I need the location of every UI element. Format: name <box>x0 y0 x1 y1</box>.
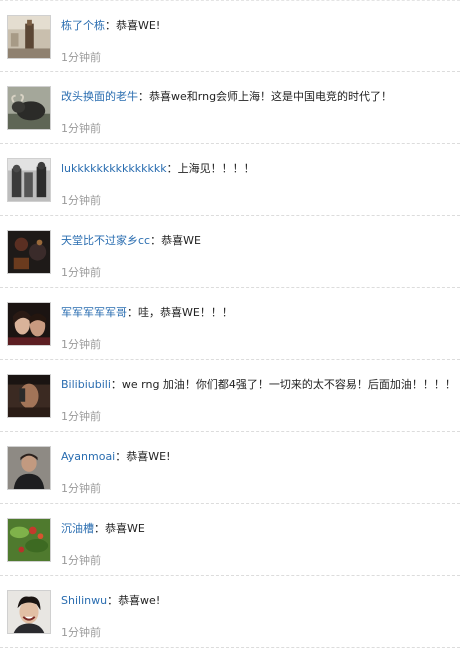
comment-item: Ayanmoai：恭喜WE! 1分钟前 <box>0 432 460 504</box>
comment-text: 恭喜we和rng会师上海！这是中国电竞的时代了！ <box>149 90 393 103</box>
comment-timestamp: 1分钟前 <box>61 122 101 135</box>
comment-username[interactable]: 天堂比不过家乡cc <box>61 234 150 247</box>
comment-separator: ： <box>105 19 116 32</box>
avatar[interactable] <box>7 230 51 274</box>
comment-text: 恭喜WE! <box>126 450 171 463</box>
comment-separator: ： <box>94 522 105 535</box>
comment-item: 栋了个栋：恭喜WE! 1分钟前 <box>0 0 460 72</box>
comment-text: 恭喜WE! <box>116 19 161 32</box>
comment-username[interactable]: Shilinwu <box>61 594 107 607</box>
comment-timestamp: 1分钟前 <box>61 626 101 639</box>
comment-text: 恭喜WE <box>105 522 145 535</box>
comment-timestamp: 1分钟前 <box>61 338 101 351</box>
smile-photo-avatar-image <box>8 591 50 633</box>
comment-line: 军军军军军哥：哇，恭喜WE！！！ <box>61 306 456 320</box>
comment-timestamp: 1分钟前 <box>61 410 101 423</box>
comment-text: 恭喜we! <box>118 594 161 607</box>
comment-line: 栋了个栋：恭喜WE! <box>61 19 456 33</box>
avatar[interactable] <box>7 590 51 634</box>
man-photo-avatar-image <box>8 447 50 489</box>
comment-separator: ： <box>115 450 127 463</box>
comment-timestamp: 1分钟前 <box>61 51 101 64</box>
comment-text: we rng 加油！你们都4强了！一切来的太不容易！后面加油！！！！ <box>121 378 456 391</box>
comment-separator: ： <box>127 306 138 319</box>
avatar[interactable] <box>7 302 51 346</box>
comment-text: 上海见！！！！ <box>177 162 255 175</box>
comment-line: lukkkkkkkkkkkkkkk：上海见！！！！ <box>61 162 456 176</box>
comment-text: 哇，恭喜WE！！！ <box>138 306 233 319</box>
comment-line: 改头换面的老牛：恭喜we和rng会师上海！这是中国电竞的时代了！ <box>61 90 456 104</box>
comment-text: 恭喜WE <box>161 234 201 247</box>
comment-username[interactable]: 沉油槽 <box>61 522 94 535</box>
street-photo-avatar-image <box>8 16 50 58</box>
comment-timestamp: 1分钟前 <box>61 482 101 495</box>
comment-line: Bilibiubili：we rng 加油！你们都4强了！一切来的太不容易！后面… <box>61 378 456 392</box>
comment-item: Shilinwu：恭喜we! 1分钟前 <box>0 576 460 648</box>
comment-feed: 栋了个栋：恭喜WE! 1分钟前 改头换面的老牛：恭喜we和rng会师上海！这是中… <box>0 0 460 648</box>
comment-username[interactable]: 军军军军军哥 <box>61 306 127 319</box>
plant-photo-avatar-image <box>8 519 50 561</box>
comment-separator: ： <box>138 90 149 103</box>
comment-item: 改头换面的老牛：恭喜we和rng会师上海！这是中国电竞的时代了！ 1分钟前 <box>0 72 460 144</box>
comment-item: lukkkkkkkkkkkkkkk：上海见！！！！ 1分钟前 <box>0 144 460 216</box>
comment-timestamp: 1分钟前 <box>61 194 101 207</box>
comment-item: 天堂比不过家乡cc：恭喜WE 1分钟前 <box>0 216 460 288</box>
comment-username[interactable]: Bilibiubili <box>61 378 111 391</box>
comment-line: 沉油槽：恭喜WE <box>61 522 456 536</box>
comment-line: Shilinwu：恭喜we! <box>61 594 456 608</box>
comment-item: 军军军军军哥：哇，恭喜WE！！！ 1分钟前 <box>0 288 460 360</box>
avatar[interactable] <box>7 86 51 130</box>
ox-photo-avatar-image <box>8 87 50 129</box>
comment-line: 天堂比不过家乡cc：恭喜WE <box>61 234 456 248</box>
comment-separator: ： <box>107 594 119 607</box>
comment-timestamp: 1分钟前 <box>61 554 101 567</box>
comment-username[interactable]: lukkkkkkkkkkkkkkk <box>61 162 167 175</box>
avatar[interactable] <box>7 15 51 59</box>
comment-separator: ： <box>110 378 122 391</box>
comment-item: Bilibiubili：we rng 加油！你们都4强了！一切来的太不容易！后面… <box>0 360 460 432</box>
bw-photo-avatar-image <box>8 159 50 201</box>
comment-line: Ayanmoai：恭喜WE! <box>61 450 456 464</box>
comment-timestamp: 1分钟前 <box>61 266 101 279</box>
comment-username[interactable]: 栋了个栋 <box>61 19 105 32</box>
phone-photo-avatar-image <box>8 375 50 417</box>
dark-photo-avatar-image <box>8 231 50 273</box>
comment-separator: ： <box>150 234 162 247</box>
avatar[interactable] <box>7 446 51 490</box>
comment-item: 沉油槽：恭喜WE 1分钟前 <box>0 504 460 576</box>
avatar[interactable] <box>7 158 51 202</box>
comment-username[interactable]: Ayanmoai <box>61 450 115 463</box>
comment-separator: ： <box>166 162 178 175</box>
comment-username[interactable]: 改头换面的老牛 <box>61 90 138 103</box>
avatar[interactable] <box>7 374 51 418</box>
avatar[interactable] <box>7 518 51 562</box>
couple-photo-avatar-image <box>8 303 50 345</box>
